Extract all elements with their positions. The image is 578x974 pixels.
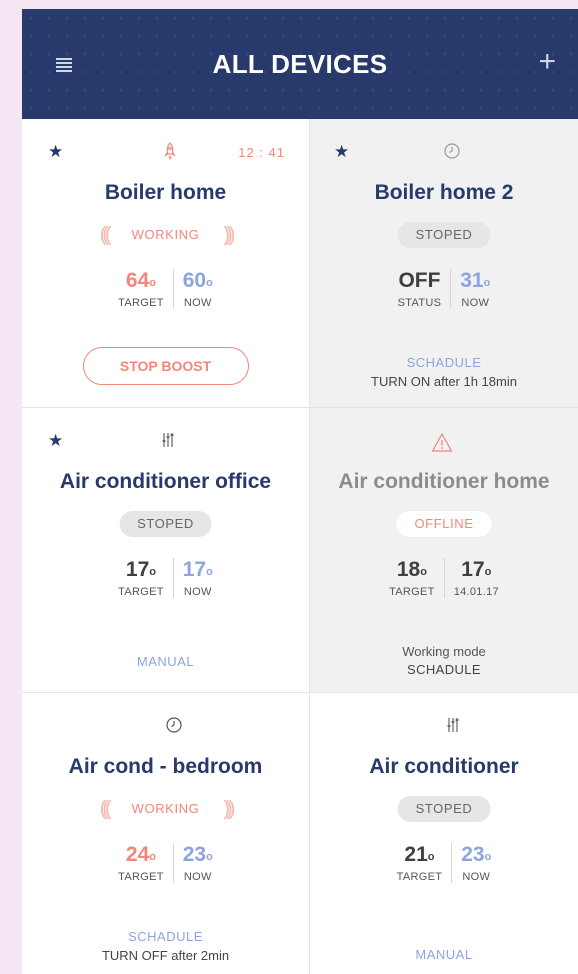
mode-label: MANUAL (415, 947, 473, 962)
device-name: Air conditioner office (59, 470, 272, 493)
current-temp: 31 (460, 269, 484, 292)
working-mode-label: Working mode (402, 644, 486, 659)
temperature-readout: OFF STATUS 31o NOW (310, 269, 578, 309)
working-mode-value: SCHADULE (407, 662, 481, 677)
boost-timer: 12 : 41 (238, 145, 285, 160)
status-badge: OFFLINE (396, 511, 492, 537)
current-temp: 23 (182, 843, 207, 866)
device-card-air-conditioner-home[interactable]: Air conditioner home OFFLINE 18o TARGET … (310, 408, 578, 693)
device-name: Air conditioner home (338, 470, 550, 493)
warning-icon (431, 433, 453, 452)
now-label: NOW (461, 297, 490, 309)
degree-sign: o (420, 566, 427, 578)
mode-label: MANUAL (136, 654, 195, 669)
target-label: TARGET (118, 871, 164, 883)
clock-icon (444, 143, 460, 159)
target-temp: 18 (396, 558, 421, 581)
device-card-air-conditioner[interactable]: Air conditioner STOPED 21o TARGET 23o NO… (310, 693, 578, 974)
page-title: ALL DEVICES (212, 48, 388, 79)
device-name: Air conditioner (369, 755, 519, 778)
target-temp: 24 (125, 843, 150, 866)
mode-label: SCHADULE (406, 355, 482, 370)
temperature-readout: 18o TARGET 17o 14.01.17 (310, 558, 578, 598)
degree-sign: o (206, 851, 213, 863)
temperature-readout: 17o TARGET 17o NOW (22, 558, 309, 598)
status-badge: WORKING (96, 796, 236, 822)
schedule-info: TURN OFF after 2min (101, 948, 230, 963)
device-card-air-cond-bedroom[interactable]: Air cond - bedroom WORKING 24o TARGET 23… (22, 693, 310, 974)
degree-sign: o (149, 566, 156, 578)
current-temp: 23 (461, 843, 485, 866)
device-name: Air cond - bedroom (68, 755, 263, 778)
device-card-boiler-home-2[interactable]: ★ Boiler home 2 STOPED OFF STATUS 31o NO… (310, 119, 578, 408)
status-badge: STOPED (397, 796, 491, 822)
target-temp: 17 (125, 558, 150, 581)
sliders-icon (447, 718, 459, 732)
favorite-star-icon[interactable]: ★ (48, 142, 63, 162)
current-temp: 17 (182, 558, 207, 581)
now-label: NOW (183, 586, 212, 598)
sliders-icon (162, 433, 174, 447)
schedule-info: TURN ON after 1h 18min (371, 374, 517, 389)
status-badge: STOPED (397, 222, 491, 248)
hamburger-icon[interactable] (56, 58, 72, 72)
target-label: TARGET (389, 586, 435, 598)
temperature-readout: 64o TARGET 60o NOW (22, 269, 309, 309)
status-badge: WORKING (96, 222, 236, 248)
target-temp: 64 (125, 269, 150, 292)
now-label: NOW (183, 871, 212, 883)
temperature-readout: 24o TARGET 23o NOW (22, 843, 309, 883)
degree-sign: o (483, 277, 491, 289)
device-card-boiler-home[interactable]: ★ 12 : 41 Boiler home WORKING 64o TARGET… (22, 119, 310, 408)
status-badge: STOPED (119, 511, 212, 537)
favorite-star-icon[interactable]: ★ (48, 431, 63, 451)
plus-icon[interactable]: + (538, 47, 556, 77)
rocket-icon (164, 142, 176, 161)
current-temp: 60 (182, 269, 207, 292)
temperature-readout: 21o TARGET 23o NOW (310, 843, 578, 883)
last-seen-date: 14.01.17 (453, 586, 499, 598)
degree-sign: o (427, 851, 435, 863)
degree-sign: o (206, 277, 213, 289)
status-label: STATUS (397, 297, 442, 309)
mode-label: SCHADULE (128, 929, 203, 944)
target-label: TARGET (396, 871, 443, 883)
header: ALL DEVICES + (22, 9, 578, 119)
device-card-air-conditioner-office[interactable]: ★ Air conditioner office STOPED 17o TARG… (22, 408, 310, 693)
app: ALL DEVICES + ★ 12 : 41 Boiler home WORK… (22, 9, 578, 974)
target-label: TARGET (118, 586, 164, 598)
target-temp: 21 (404, 843, 428, 866)
degree-sign: o (149, 277, 156, 289)
stop-boost-button[interactable]: STOP BOOST (82, 347, 249, 385)
clock-icon (166, 717, 182, 733)
last-temp: 17 (461, 558, 485, 581)
device-name: Boiler home 2 (374, 181, 514, 204)
status-value: OFF (398, 269, 441, 292)
degree-sign: o (484, 851, 492, 863)
degree-sign: o (484, 566, 492, 578)
degree-sign: o (206, 566, 213, 578)
device-name: Boiler home (104, 181, 227, 204)
degree-sign: o (149, 851, 156, 863)
favorite-star-icon[interactable]: ★ (334, 142, 349, 162)
now-label: NOW (183, 297, 212, 309)
now-label: NOW (462, 871, 491, 883)
target-label: TARGET (118, 297, 164, 309)
